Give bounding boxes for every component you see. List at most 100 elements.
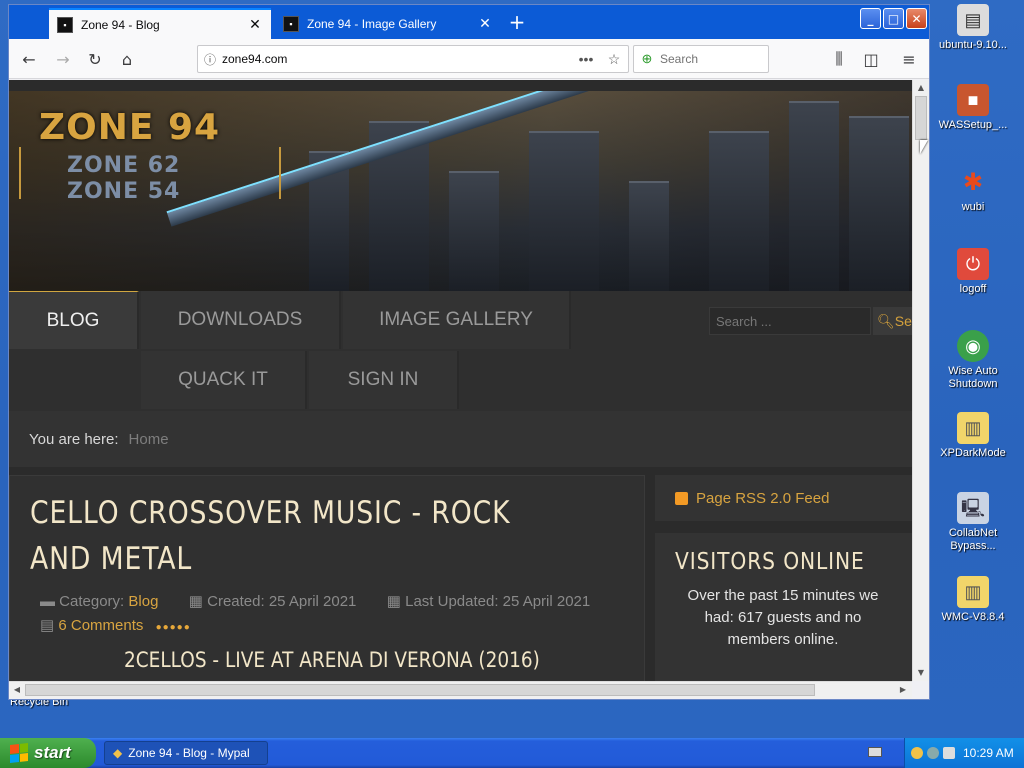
power-icon: ⏻ bbox=[957, 248, 989, 280]
desktop-icon-wmc[interactable]: ▥ WMC-V8.8.4 bbox=[928, 576, 1018, 624]
browser-search-field[interactable]: ⊕ Search bbox=[633, 45, 769, 73]
desktop-icon-label: XPDarkMode bbox=[940, 447, 1006, 459]
forward-arrow-icon[interactable]: → bbox=[51, 47, 75, 71]
tray-volume-icon[interactable] bbox=[943, 747, 955, 759]
vertical-scrollbar[interactable]: ▲ ▼ bbox=[912, 80, 929, 681]
article-card: CELLO CROSSOVER MUSIC - ROCK AND METAL ▬… bbox=[9, 475, 645, 681]
folder-icon: ▬ bbox=[40, 593, 55, 610]
mouse-cursor-icon bbox=[920, 140, 928, 154]
zip-folder-icon: ▥ bbox=[957, 576, 989, 608]
menu-item-sign-in[interactable]: SIGN IN bbox=[309, 351, 459, 409]
menu-item-blog[interactable]: BLOG bbox=[9, 291, 139, 349]
logo-line-2: ZONE 62 bbox=[67, 153, 181, 178]
scroll-up-arrow-icon[interactable]: ▲ bbox=[913, 80, 929, 96]
desktop-icon-wassetup[interactable]: ■ WASSetup_... bbox=[928, 84, 1018, 132]
comment-icon: ▤ bbox=[40, 617, 55, 634]
article-title[interactable]: CELLO CROSSOVER MUSIC - ROCK AND METAL bbox=[30, 490, 512, 582]
url-bar[interactable]: ⓘ zone94.com ••• ☆ bbox=[197, 45, 629, 73]
site-banner: ZONE 94 ZONE 62 ZONE 54 bbox=[9, 91, 912, 291]
comments-link[interactable]: 6 Comments bbox=[58, 617, 143, 634]
bookmark-star-icon[interactable]: ☆ bbox=[600, 51, 628, 68]
back-arrow-icon[interactable]: ← bbox=[17, 47, 41, 71]
rss-feed-link[interactable]: Page RSS 2.0 Feed bbox=[655, 475, 912, 521]
close-tab-icon[interactable]: ✕ bbox=[477, 15, 493, 32]
scroll-right-arrow-icon[interactable]: ▶ bbox=[895, 682, 911, 698]
banner-building bbox=[629, 181, 669, 291]
desktop-icon-logoff[interactable]: ⏻ logoff bbox=[928, 248, 1018, 296]
tray-shutdown-icon[interactable] bbox=[927, 747, 939, 759]
search-button-label: Se bbox=[894, 313, 912, 329]
clock[interactable]: 10:29 AM bbox=[963, 746, 1014, 760]
menu-item-image-gallery[interactable]: IMAGE GALLERY bbox=[343, 291, 571, 349]
url-text[interactable]: zone94.com bbox=[222, 52, 572, 66]
browser-app-icon: ◆ bbox=[113, 746, 123, 760]
breadcrumb-home-link[interactable]: Home bbox=[129, 431, 169, 448]
desktop-icon-label: wubi bbox=[961, 201, 985, 213]
desktop-icon-label: WMC-V8.8.4 bbox=[941, 611, 1005, 623]
site-search-button[interactable]: 🔍︎ Se bbox=[873, 307, 912, 335]
shutdown-icon: ◉ bbox=[957, 330, 989, 362]
rating-stars-icon[interactable]: ●●●●● bbox=[156, 622, 191, 633]
created-date: Created: 25 April 2021 bbox=[207, 593, 357, 610]
category-link[interactable]: Blog bbox=[128, 593, 158, 610]
site-logo[interactable]: ZONE 94 bbox=[39, 107, 220, 148]
ubuntu-icon: ✱ bbox=[962, 168, 984, 196]
banner-building bbox=[529, 131, 599, 291]
navigation-toolbar: ← → ↻ ⌂ ⓘ zone94.com ••• ☆ ⊕ Search ⫼ ◫ … bbox=[9, 39, 929, 79]
menu-item-downloads[interactable]: DOWNLOADS bbox=[141, 291, 341, 349]
page-viewport: ZONE 94 ZONE 62 ZONE 54 BLOG DOWNLOADS I… bbox=[9, 80, 912, 681]
sidebar-icon[interactable]: ◫ bbox=[859, 47, 883, 71]
desktop-icon-label: logoff bbox=[959, 283, 987, 295]
desktop-icon-collabnet[interactable]: 🖳 CollabNet Bypass... bbox=[928, 492, 1018, 553]
taskbar-item-browser[interactable]: ◆ Zone 94 - Blog - Mypal bbox=[104, 741, 268, 765]
desktop-icon-label: CollabNet Bypass... bbox=[948, 527, 998, 552]
keyboard-layout-icon[interactable] bbox=[868, 747, 882, 757]
magnifier-icon: 🔍︎ bbox=[877, 312, 895, 329]
tab-title: Zone 94 - Blog bbox=[81, 17, 160, 32]
category-label: Category: bbox=[59, 593, 125, 610]
scroll-down-arrow-icon[interactable]: ▼ bbox=[913, 665, 929, 681]
page-actions-icon[interactable]: ••• bbox=[572, 51, 600, 67]
desktop-icon-wubi[interactable]: ✱ wubi bbox=[928, 166, 1018, 214]
site-favicon-icon: ▪ bbox=[57, 16, 73, 33]
desktop-icon-label: WASSetup_... bbox=[938, 119, 1008, 131]
start-button[interactable]: start bbox=[0, 738, 96, 768]
tab-zone94-image-gallery[interactable]: ▪ Zone 94 - Image Gallery ✕ bbox=[275, 8, 501, 39]
breadcrumb: You are here: Home bbox=[9, 411, 912, 467]
visitors-text: Over the past 15 minutes we had: 617 gue… bbox=[687, 587, 879, 648]
horizontal-scrollbar[interactable]: ◀ ▶ bbox=[9, 681, 912, 698]
new-tab-button[interactable]: + bbox=[505, 11, 529, 35]
visitors-title: VISITORS ONLINE bbox=[675, 549, 865, 575]
site-search-input[interactable]: Search ... bbox=[709, 307, 871, 335]
rss-icon bbox=[675, 491, 688, 505]
tray-status-icon[interactable] bbox=[911, 747, 923, 759]
computer-icon: 🖳 bbox=[957, 492, 989, 524]
desktop-icon-label: Wise Auto Shutdown bbox=[948, 365, 998, 390]
article-meta: ▬ Category: Blog ▦ Created: 25 April 202… bbox=[40, 592, 590, 610]
desktop-icon-wise-auto-shutdown[interactable]: ◉ Wise Auto Shutdown bbox=[928, 330, 1018, 391]
search-placeholder: Search bbox=[660, 52, 699, 66]
horizontal-scroll-thumb[interactable] bbox=[25, 684, 815, 696]
close-window-button[interactable]: ✕ bbox=[906, 8, 927, 29]
tab-zone94-blog[interactable]: ▪ Zone 94 - Blog ✕ bbox=[49, 8, 271, 39]
library-icon[interactable]: ⫼ bbox=[827, 47, 851, 71]
vertical-scroll-thumb[interactable] bbox=[915, 96, 927, 140]
windows-logo-icon bbox=[10, 743, 28, 763]
desktop-icon-ubuntu[interactable]: ▤ ubuntu-9.10... bbox=[928, 4, 1018, 52]
desktop-icon-xpdarkmode[interactable]: ▥ XPDarkMode bbox=[928, 412, 1018, 460]
reload-icon[interactable]: ↻ bbox=[83, 47, 107, 71]
info-icon[interactable]: ⓘ bbox=[198, 51, 222, 68]
menu-item-quack-it[interactable]: QUACK IT bbox=[141, 351, 307, 409]
close-tab-icon[interactable]: ✕ bbox=[247, 16, 263, 33]
minimize-button[interactable]: _ bbox=[860, 8, 881, 29]
tab-title: Zone 94 - Image Gallery bbox=[307, 16, 437, 31]
site-favicon-icon: ▪ bbox=[283, 15, 299, 32]
article-comments: ▤ 6 Comments ●●●●● bbox=[40, 616, 191, 634]
start-label: start bbox=[34, 743, 71, 762]
home-icon[interactable]: ⌂ bbox=[115, 47, 139, 71]
search-engine-icon[interactable]: ⊕ bbox=[634, 51, 660, 67]
scroll-left-arrow-icon[interactable]: ◀ bbox=[9, 682, 25, 698]
hamburger-menu-icon[interactable]: ≡ bbox=[897, 47, 921, 71]
rss-feed-label[interactable]: Page RSS 2.0 Feed bbox=[696, 490, 829, 507]
maximize-button[interactable]: □ bbox=[883, 8, 904, 29]
